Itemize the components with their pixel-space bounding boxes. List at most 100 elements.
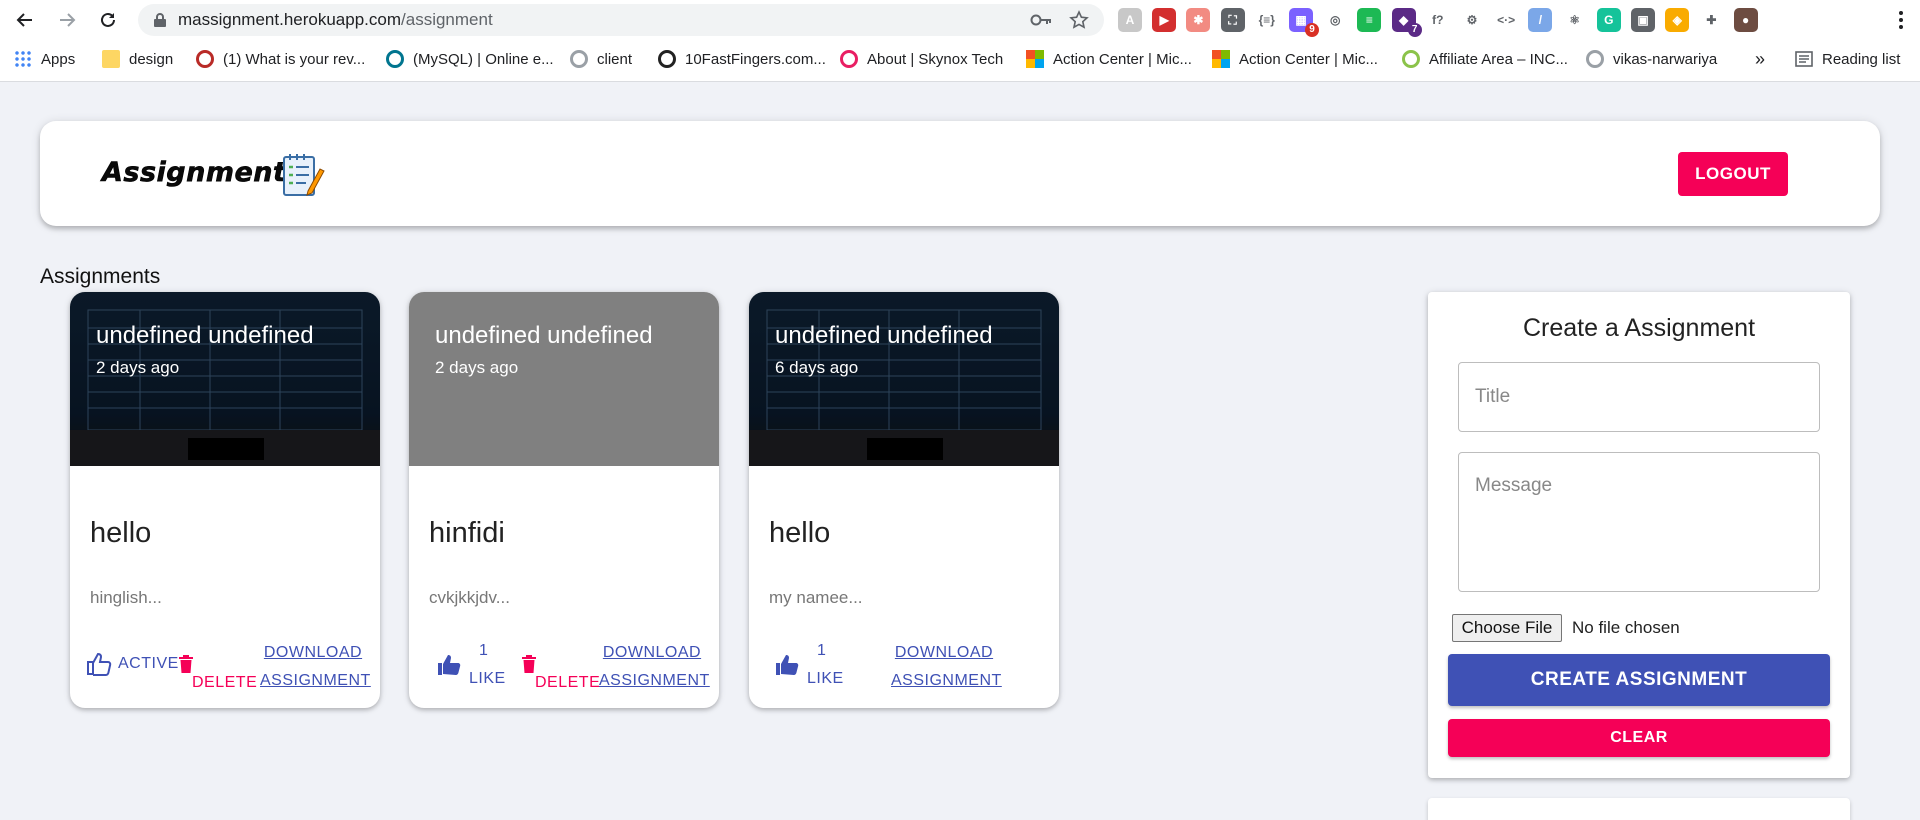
like-button[interactable]: 1 LIKE — [775, 642, 844, 694]
tenfastfingers-icon — [658, 50, 676, 68]
download-line-2: ASSIGNMENT — [599, 672, 710, 689]
url-host: massignment.herokuapp.com — [178, 10, 402, 29]
bookmark-item[interactable]: Action Center | Mic... — [1212, 40, 1378, 78]
browser-toolbar: massignment.herokuapp.com/assignment A ▶ ✱… — [0, 0, 1920, 40]
ext-grammarly-icon[interactable]: G — [1596, 8, 1621, 32]
card-media: undefined undefined 2 days ago — [70, 292, 380, 466]
download-line-2: ASSIGNMENT — [891, 672, 1002, 689]
ext-monitor-icon[interactable]: ▣ — [1631, 8, 1655, 32]
ext-green-icon[interactable]: ≡ — [1357, 8, 1382, 32]
ext-badge-icon[interactable]: ▦ 9 — [1289, 8, 1319, 37]
ext-json-icon[interactable]: {≡} — [1255, 8, 1279, 32]
ext-screenshot-icon[interactable]: ⛶ — [1220, 8, 1245, 32]
address-bar[interactable]: massignment.herokuapp.com/assignment — [138, 4, 1104, 36]
profile-avatar-icon[interactable]: ● — [1733, 8, 1758, 32]
ext-blue-circle-icon[interactable]: / — [1528, 8, 1553, 32]
extensions-puzzle-icon[interactable]: ✚ — [1699, 8, 1723, 32]
bookmark-label: client — [597, 50, 633, 68]
ext-function-icon[interactable]: f? — [1426, 8, 1450, 32]
thumb-up-filled-icon — [776, 655, 799, 675]
bookmark-item[interactable]: Action Center | Mic... — [1026, 40, 1192, 78]
browser-menu-button[interactable] — [1886, 5, 1916, 35]
ext-gear-icon[interactable]: ⚙ — [1460, 8, 1484, 32]
bookmark-item[interactable]: client — [570, 40, 632, 78]
bookmark-label: (1) What is your rev... — [223, 50, 366, 68]
quora-icon — [196, 50, 214, 68]
app-header: Assignment LOGOUT — [40, 121, 1880, 226]
choose-file-button[interactable]: Choose File — [1452, 614, 1562, 642]
bookmark-item[interactable]: (MySQL) | Online e... — [386, 40, 554, 78]
notepad-pencil-icon — [283, 154, 325, 196]
trash-icon — [179, 655, 193, 673]
download-assignment-link[interactable]: DOWNLOAD ASSIGNMENT — [891, 639, 1002, 695]
download-line-1: DOWNLOAD — [263, 644, 363, 661]
create-assignment-form: Create a Assignment Choose File No file … — [1428, 292, 1850, 778]
card-age: 6 days ago — [775, 358, 859, 377]
clear-button[interactable]: CLEAR — [1448, 719, 1830, 757]
create-assignment-button[interactable]: CREATE ASSIGNMENT — [1448, 654, 1830, 706]
delete-label: DELETE — [192, 674, 258, 691]
bookmark-item[interactable]: About | Skynox Tech — [840, 40, 1003, 78]
download-assignment-link[interactable]: DOWNLOAD ASSIGNMENT — [260, 639, 370, 695]
bookmark-item[interactable]: design — [102, 40, 173, 78]
thumb-up-filled-icon — [438, 655, 461, 675]
key-icon[interactable] — [1028, 4, 1054, 36]
bookmark-item[interactable]: (1) What is your rev... — [196, 40, 365, 78]
ext-glasses-icon[interactable]: ◎ — [1323, 8, 1347, 32]
ext-red-play-icon[interactable]: ▶ — [1152, 8, 1177, 32]
message-textarea[interactable] — [1458, 452, 1820, 592]
bookmark-star-icon[interactable] — [1066, 4, 1092, 36]
ext-react-icon[interactable]: ⚛ — [1563, 8, 1587, 32]
card-title: hinfidi — [429, 517, 505, 549]
bookmark-item[interactable]: Apps — [14, 40, 75, 78]
title-input[interactable] — [1458, 362, 1820, 432]
card-creator: undefined undefined — [775, 322, 993, 349]
ext-purple-badge-icon[interactable]: ◆ 7 — [1391, 8, 1422, 37]
back-arrow-icon — [16, 13, 32, 27]
microsoft-icon — [1026, 50, 1044, 68]
like-button[interactable]: 1 LIKE — [437, 642, 506, 694]
affiliate-icon — [1402, 50, 1420, 68]
reading-list-label: Reading list — [1822, 50, 1901, 68]
file-status: No file chosen — [1572, 618, 1680, 637]
download-line-1: DOWNLOAD — [602, 644, 702, 661]
assignments-heading: Assignments — [40, 265, 161, 288]
brand-title: Assignment — [102, 157, 287, 189]
like-button[interactable]: ACTIVE — [86, 652, 179, 676]
ext-grid-icon[interactable]: ✱ — [1186, 8, 1211, 32]
bookmark-label: 10FastFingers.com... — [685, 50, 826, 68]
forward-button[interactable] — [52, 5, 82, 35]
reading-list-icon — [1795, 51, 1813, 67]
ext-a-icon[interactable]: A — [1118, 8, 1142, 32]
ext-yellow-icon[interactable]: ◈ — [1665, 8, 1690, 32]
bookmark-item[interactable]: 10FastFingers.com... — [658, 40, 826, 78]
apps-grid-icon — [14, 50, 32, 68]
like-count: 1 — [817, 642, 827, 659]
logout-button[interactable]: LOGOUT — [1678, 152, 1788, 196]
extension-badge: 9 — [1305, 23, 1319, 37]
mysql-icon — [386, 50, 404, 68]
bookmark-label: design — [129, 50, 174, 68]
card-creator: undefined undefined — [96, 322, 314, 349]
download-assignment-link[interactable]: DOWNLOAD ASSIGNMENT — [599, 639, 710, 695]
card-message: cvkjkkjdv... — [429, 588, 510, 607]
url-text: massignment.herokuapp.com/assignment — [178, 4, 493, 36]
thumb-up-outline-icon — [87, 652, 112, 676]
bookmark-item[interactable]: vikas-narwariya — [1586, 40, 1717, 78]
form-heading: Create a Assignment — [1522, 314, 1756, 342]
more-bookmarks-button[interactable]: » — [1755, 40, 1765, 78]
like-word: LIKE — [807, 670, 844, 687]
url-path: /assignment — [401, 10, 493, 29]
card-title: hello — [90, 517, 152, 549]
skynox-icon — [840, 50, 858, 68]
bookmark-item[interactable]: Affiliate Area – INC... — [1402, 40, 1568, 78]
back-button[interactable] — [10, 5, 40, 35]
like-word: LIKE — [469, 670, 506, 687]
assignment-card: undefined undefined 2 days ago hello hin… — [70, 292, 380, 708]
ext-code-icon[interactable]: <·> — [1494, 8, 1518, 32]
reading-list-button[interactable]: Reading list — [1795, 40, 1900, 78]
folder-icon — [102, 50, 120, 68]
bookmark-label: vikas-narwariya — [1613, 50, 1718, 68]
reload-button[interactable] — [93, 5, 123, 35]
like-label: ACTIVE — [118, 655, 179, 672]
